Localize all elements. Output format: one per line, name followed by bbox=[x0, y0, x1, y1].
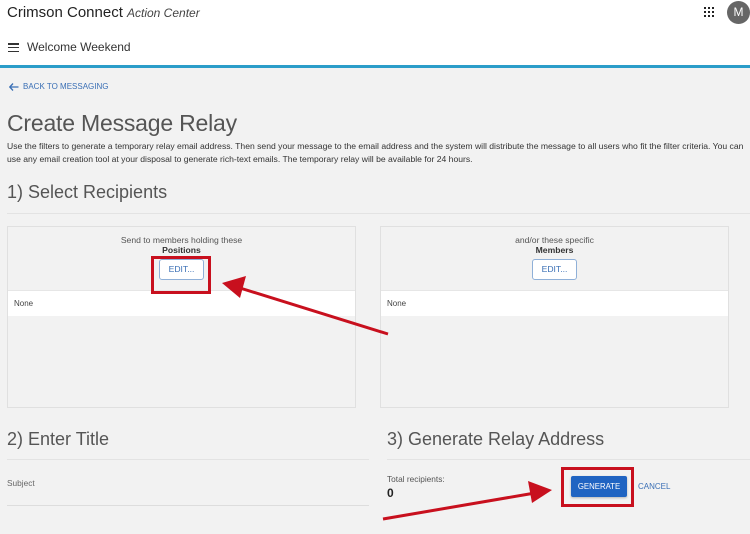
app-title[interactable]: Crimson Connect bbox=[7, 4, 123, 21]
edit-members-button[interactable]: EDIT... bbox=[532, 259, 577, 280]
header-divider bbox=[0, 65, 750, 68]
hamburger-menu-icon[interactable] bbox=[8, 43, 19, 53]
subject-input[interactable] bbox=[7, 505, 369, 506]
positions-label: Positions bbox=[162, 245, 201, 255]
section-divider bbox=[7, 213, 750, 214]
positions-card: Send to members holding these Positions … bbox=[7, 226, 356, 408]
page-description: Use the filters to generate a temporary … bbox=[7, 141, 744, 164]
user-avatar[interactable]: M bbox=[727, 1, 750, 24]
members-label: Members bbox=[535, 245, 574, 255]
generate-relay-heading: 3) Generate Relay Address bbox=[387, 429, 605, 449]
organization-name: Welcome Weekend bbox=[27, 40, 131, 54]
section-divider bbox=[7, 459, 369, 460]
back-to-messaging-link[interactable]: BACK TO MESSAGING bbox=[9, 82, 109, 91]
total-recipients-label: Total recipients: bbox=[387, 474, 445, 484]
select-recipients-heading: 1) Select Recipients bbox=[7, 182, 168, 202]
app-subtitle: Action Center bbox=[127, 6, 200, 20]
section-divider bbox=[387, 459, 750, 460]
members-value: None bbox=[381, 290, 728, 316]
back-link-label: BACK TO MESSAGING bbox=[23, 82, 109, 91]
positions-caption: Send to members holding these bbox=[120, 235, 243, 245]
apps-grid-icon[interactable] bbox=[704, 7, 714, 17]
annotation-arrow-generate bbox=[382, 481, 552, 521]
annotation-highlight-edit bbox=[151, 256, 211, 294]
page-title: Create Message Relay bbox=[7, 110, 237, 136]
subject-label: Subject bbox=[7, 478, 35, 488]
members-card: and/or these specific Members EDIT... No… bbox=[380, 226, 729, 408]
arrow-left-icon bbox=[9, 82, 19, 91]
members-caption: and/or these specific bbox=[515, 235, 594, 245]
annotation-highlight-generate bbox=[561, 467, 634, 507]
enter-title-heading: 2) Enter Title bbox=[7, 429, 110, 449]
cancel-link[interactable]: CANCEL bbox=[638, 482, 670, 491]
total-recipients-value: 0 bbox=[387, 486, 394, 500]
top-bar: Crimson Connect Action Center M Welcome … bbox=[0, 0, 750, 68]
